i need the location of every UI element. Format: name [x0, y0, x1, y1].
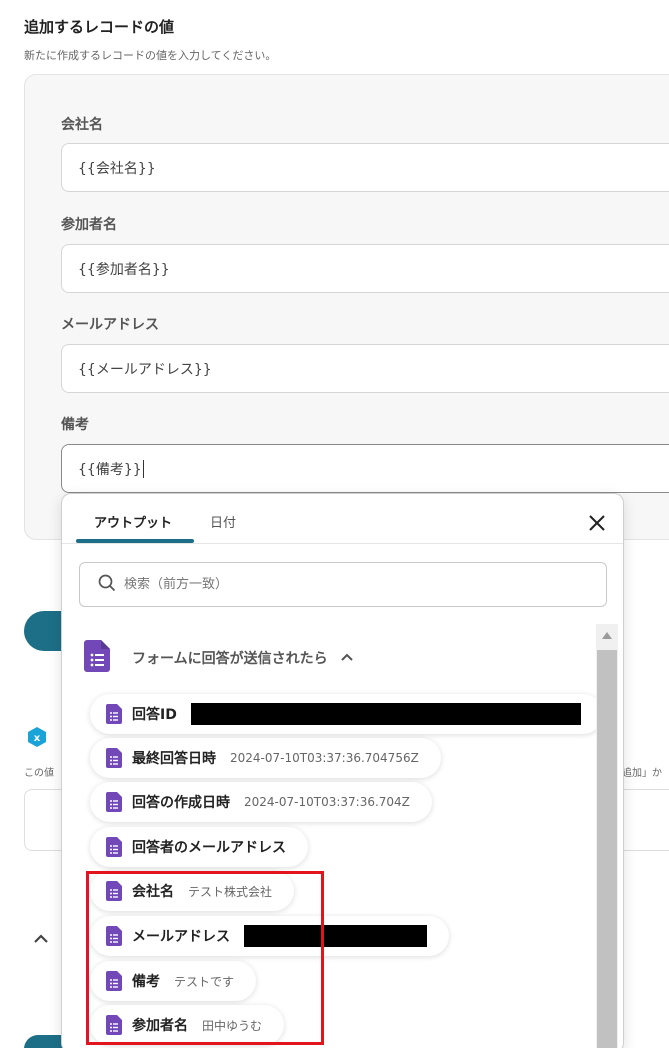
output-item-value: 2024-07-10T03:37:36.704756Z — [230, 751, 419, 765]
google-forms-icon — [106, 1015, 122, 1035]
email-field[interactable]: {{メールアドレス}} — [61, 344, 669, 393]
field-label-email: メールアドレス — [61, 317, 159, 333]
output-item-respondent-email[interactable]: 回答者のメールアドレス — [90, 827, 308, 867]
search-input[interactable] — [124, 577, 584, 592]
company-field-value: {{会社名}} — [78, 160, 156, 177]
field-label-participant: 参加者名 — [61, 217, 117, 233]
section-description: 新たに作成するレコードの値を入力してください。 — [24, 49, 277, 62]
participant-field[interactable]: {{参加者名}} — [61, 244, 669, 293]
output-item-label: 最終回答日時 — [132, 751, 216, 767]
output-item-label: 備考 — [132, 974, 160, 990]
output-item-value: 2024-07-10T03:37:36.704Z — [244, 795, 410, 809]
output-item-label: 回答ID — [132, 707, 177, 723]
text-caret — [142, 459, 144, 478]
google-forms-icon — [106, 971, 122, 991]
notes-field-value: {{備考}} — [78, 461, 142, 478]
output-item-label: 回答者のメールアドレス — [132, 840, 286, 856]
output-item-label: 回答の作成日時 — [132, 795, 230, 811]
field-label-notes: 備考 — [61, 417, 89, 433]
active-tab-indicator — [76, 539, 194, 543]
chevron-up-icon[interactable] — [31, 929, 51, 949]
tab-output[interactable]: アウトプット — [94, 512, 172, 531]
search-icon — [98, 574, 116, 596]
output-item-company[interactable]: 会社名 テスト株式会社 — [90, 871, 295, 911]
redacted-value — [190, 703, 581, 725]
output-item-label: メールアドレス — [132, 929, 230, 945]
google-forms-icon — [106, 748, 122, 768]
email-field-value: {{メールアドレス}} — [78, 361, 212, 378]
svg-text:x: x — [34, 733, 41, 744]
section-title: 追加するレコードの値 — [24, 18, 175, 36]
output-item-email[interactable]: メールアドレス — [90, 916, 449, 956]
output-item-last-response-time[interactable]: 最終回答日時 2024-07-10T03:37:36.704756Z — [90, 738, 441, 778]
app-logo-icon: x — [26, 726, 48, 748]
output-picker-popover: アウトプット 日付 フォームに回答が送信されたら — [61, 493, 624, 1048]
google-forms-icon — [106, 792, 122, 812]
output-item-value: テストです — [174, 974, 235, 989]
output-item-label: 参加者名 — [132, 1018, 188, 1034]
output-group-title: フォームに回答が送信されたら — [132, 651, 328, 667]
notes-field[interactable]: {{備考}} — [61, 444, 669, 493]
output-group-header[interactable]: フォームに回答が送信されたら — [84, 640, 354, 676]
background-right-fragment: 追加」か — [622, 768, 662, 779]
popover-tabs: アウトプット 日付 — [62, 494, 623, 544]
output-item-label: 会社名 — [132, 884, 174, 900]
google-forms-icon — [106, 926, 122, 946]
field-label-company: 会社名 — [61, 117, 103, 133]
google-forms-icon — [106, 881, 122, 901]
tab-date[interactable]: 日付 — [210, 512, 236, 531]
scrollbar-thumb[interactable] — [597, 650, 617, 1048]
google-forms-icon — [84, 640, 110, 676]
output-item-participant[interactable]: 参加者名 田中ゆうむ — [90, 1005, 285, 1045]
output-item-response-id[interactable]: 回答ID — [90, 694, 603, 734]
output-item-value: 田中ゆうむ — [202, 1018, 263, 1033]
google-forms-icon — [106, 837, 122, 857]
google-forms-icon — [106, 704, 122, 724]
participant-field-value: {{参加者名}} — [78, 261, 170, 278]
scroll-up-icon[interactable] — [596, 627, 618, 645]
chevron-up-icon — [340, 649, 354, 668]
background-description-fragment: この値 — [24, 768, 54, 779]
close-icon[interactable] — [586, 512, 608, 534]
redacted-value — [244, 925, 427, 947]
search-box[interactable] — [79, 562, 607, 607]
output-item-value: テスト株式会社 — [188, 884, 273, 899]
output-item-notes[interactable]: 備考 テストです — [90, 961, 257, 1001]
output-list: フォームに回答が送信されたら 回答ID 最終回答日時 2024-07-10T03… — [62, 624, 623, 1048]
company-field[interactable]: {{会社名}} — [61, 143, 669, 192]
output-item-created-time[interactable]: 回答の作成日時 2024-07-10T03:37:36.704Z — [90, 782, 432, 822]
